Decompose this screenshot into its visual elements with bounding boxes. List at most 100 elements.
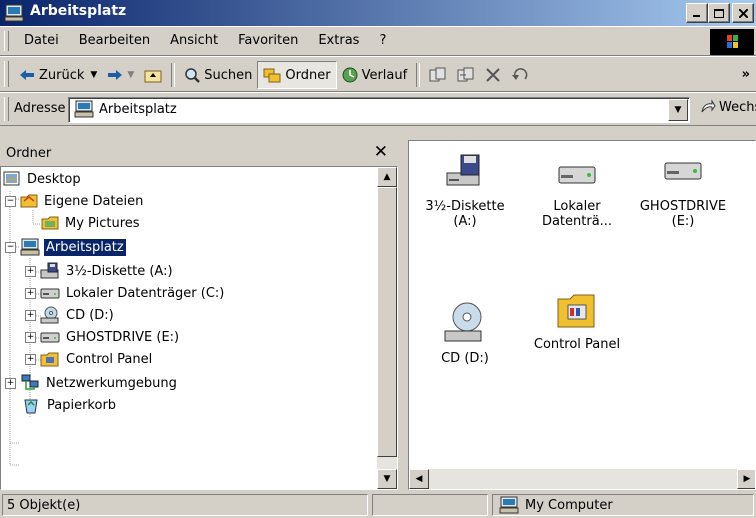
tree-item-my-pictures[interactable]: My Pictures <box>41 212 142 234</box>
expand-icon[interactable]: + <box>25 309 36 321</box>
content-view[interactable]: 3½-Diskette (A:) Lokaler Datenträ... GHO… <box>408 140 756 490</box>
go-button[interactable]: Wechseln zu <box>700 99 756 115</box>
item-floppy-drive[interactable]: 3½-Diskette (A:) <box>417 153 513 229</box>
expand-icon[interactable]: + <box>25 287 36 299</box>
delete-button[interactable] <box>480 62 506 88</box>
search-button[interactable]: Suchen <box>179 62 257 88</box>
address-dropdown-button[interactable]: ▼ <box>668 99 688 121</box>
expand-icon[interactable]: + <box>25 265 36 277</box>
folders-pane: Ordner ✕ Desktop − Eigene Dateien My Pic… <box>0 140 398 490</box>
expand-icon[interactable]: + <box>5 377 16 389</box>
menu-datei[interactable]: Datei <box>14 33 69 48</box>
tree-item-floppy[interactable]: + 3½-Diskette (A:) <box>25 260 175 282</box>
status-zone: My Computer <box>492 494 754 516</box>
collapse-icon[interactable]: − <box>5 195 16 207</box>
expand-icon[interactable]: + <box>25 353 36 365</box>
toolbar-grip[interactable] <box>4 61 9 87</box>
content-scrollbar[interactable]: ◀ ▶ <box>409 469 755 489</box>
undo-icon <box>512 68 528 80</box>
tree-item-recycle-bin[interactable]: Papierkorb <box>21 394 118 416</box>
window-controls <box>686 3 754 23</box>
expand-icon[interactable]: + <box>25 331 36 343</box>
tree-label: Lokaler Datenträger (C:) <box>66 285 225 301</box>
tree-item-local-disk[interactable]: + Lokaler Datenträger (C:) <box>25 282 226 304</box>
menu-favoriten[interactable]: Favoriten <box>228 33 308 48</box>
forward-arrow-icon <box>108 70 123 80</box>
tree-item-eigene-dateien[interactable]: − Eigene Dateien <box>5 190 145 212</box>
recycle-bin-icon <box>24 399 38 414</box>
tree-label: Eigene Dateien <box>44 193 144 209</box>
standard-toolbar: Zurück ▼ ▼ Suchen Ordner Verlauf » <box>0 56 756 92</box>
title-bar[interactable]: Arbeitsplatz <box>0 0 756 26</box>
toolbar-separator <box>416 63 421 87</box>
minimize-button[interactable] <box>686 3 708 23</box>
tree-label: Control Panel <box>66 351 153 367</box>
maximize-button[interactable] <box>708 3 730 23</box>
up-folder-icon <box>144 70 162 83</box>
search-icon <box>185 68 201 83</box>
control-panel-folder-icon <box>557 294 595 328</box>
my-computer-icon <box>499 496 519 514</box>
hard-drive-icon <box>664 162 702 180</box>
folders-icon <box>263 68 281 83</box>
menu-ansicht[interactable]: Ansicht <box>160 33 228 48</box>
menu-extras[interactable]: Extras <box>308 33 369 48</box>
forward-dropdown-icon[interactable]: ▼ <box>127 70 134 80</box>
explorer-window: Arbeitsplatz Datei Bearbeiten Ansicht Fa… <box>0 0 756 518</box>
scroll-down-button[interactable]: ▼ <box>377 469 397 489</box>
forward-button[interactable]: ▼ <box>102 62 139 88</box>
up-folder-button[interactable] <box>139 62 167 88</box>
tree-item-control-panel[interactable]: + Control Panel <box>25 348 154 370</box>
copy-to-icon <box>457 67 474 82</box>
address-value: Arbeitsplatz <box>99 102 177 117</box>
menu-bearbeiten[interactable]: Bearbeiten <box>69 33 160 48</box>
back-button[interactable]: Zurück ▼ <box>14 62 102 88</box>
hard-drive-icon <box>558 166 596 184</box>
collapse-icon[interactable]: − <box>5 241 16 253</box>
menu-help[interactable]: ? <box>369 33 396 48</box>
back-arrow-icon <box>20 70 34 80</box>
scroll-left-button[interactable]: ◀ <box>409 469 429 489</box>
tree-item-cd[interactable]: + CD (D:) <box>25 304 116 326</box>
history-button[interactable]: Verlauf <box>337 62 413 88</box>
scroll-up-button[interactable]: ▲ <box>377 167 397 187</box>
folders-pane-header: Ordner ✕ <box>0 140 398 166</box>
cd-drive-icon <box>444 302 482 342</box>
scroll-right-button[interactable]: ▶ <box>737 469 755 489</box>
undo-button[interactable] <box>506 62 534 88</box>
item-label-line1: Control Panel <box>533 337 621 352</box>
folders-button[interactable]: Ordner <box>257 61 337 89</box>
item-control-panel[interactable]: Control Panel <box>529 291 625 352</box>
item-cd-drive[interactable]: CD (D:) <box>417 301 513 366</box>
close-icon <box>738 8 748 18</box>
delete-icon <box>486 68 500 82</box>
tree-scrollbar[interactable]: ▲ ▼ <box>377 167 397 489</box>
address-label: Adresse <box>14 101 66 116</box>
menu-grip[interactable] <box>4 31 9 51</box>
tree-label: Papierkorb <box>47 397 117 413</box>
my-computer-icon <box>4 4 24 22</box>
item-local-disk[interactable]: Lokaler Datenträ... <box>529 153 625 229</box>
scroll-thumb[interactable] <box>377 187 397 457</box>
item-ghostdrive[interactable]: GHOSTDRIVE (E:) <box>635 153 731 229</box>
move-to-button[interactable] <box>424 62 452 88</box>
windows-logo-icon <box>710 29 754 55</box>
back-dropdown-icon[interactable]: ▼ <box>90 70 97 80</box>
tree-item-ghostdrive[interactable]: + GHOSTDRIVE (E:) <box>25 326 181 348</box>
status-bar: 5 Objekt(e) My Computer <box>0 492 756 518</box>
close-button[interactable] <box>732 3 754 23</box>
address-input[interactable]: Arbeitsplatz ▼ <box>68 97 690 123</box>
desktop-icon <box>3 171 20 186</box>
tree-item-network[interactable]: + Netzwerkumgebung <box>5 372 179 394</box>
copy-to-button[interactable] <box>452 62 480 88</box>
toolbar-separator <box>171 63 176 87</box>
status-count: 5 Objekt(e) <box>2 494 368 516</box>
item-label-line2: Datenträ... <box>541 214 613 229</box>
tree-item-desktop[interactable]: Desktop <box>3 168 83 190</box>
close-pane-icon[interactable]: ✕ <box>374 142 388 162</box>
toolbar-overflow-chevron-icon[interactable]: » <box>742 67 750 82</box>
folder-tree[interactable]: Desktop − Eigene Dateien My Pictures − A… <box>0 166 398 490</box>
address-grip[interactable] <box>4 97 9 121</box>
back-label: Zurück <box>39 67 85 83</box>
tree-item-arbeitsplatz[interactable]: − Arbeitsplatz <box>5 236 126 258</box>
